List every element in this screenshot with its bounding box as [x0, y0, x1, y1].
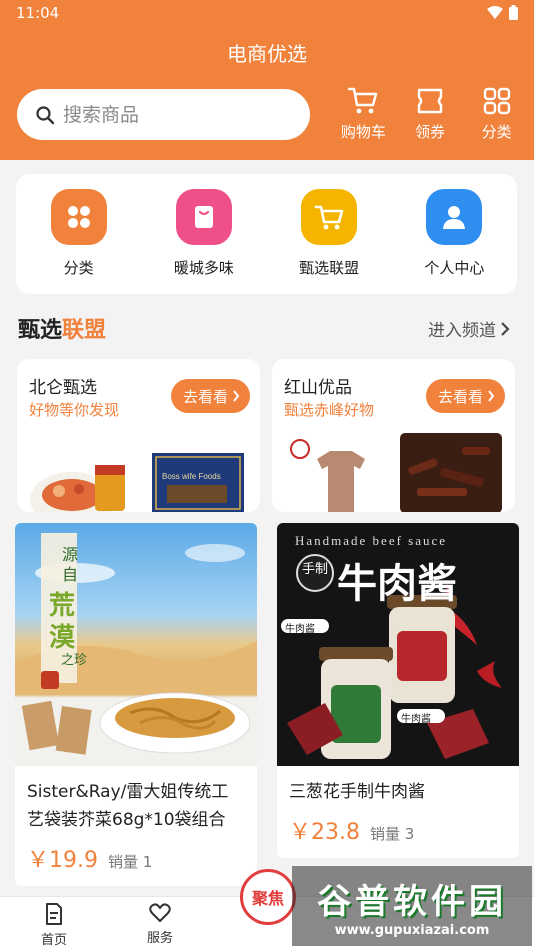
coupon-button[interactable]: 领券: [400, 86, 460, 150]
shortcut-label: 暖城多味: [173, 259, 234, 277]
search-input[interactable]: [63, 103, 283, 126]
channel-product-image: Boss wife Foods: [30, 453, 244, 512]
header: 11:04 电商优选 购物车 领券: [0, 0, 534, 160]
price-row: ￥23.8 销量 3: [277, 806, 519, 858]
section-title: 甄选联盟: [18, 312, 106, 344]
coupon-icon: [417, 88, 443, 114]
image-text: 牛肉酱: [337, 561, 457, 607]
shortcut-profile[interactable]: 个人中心: [399, 189, 509, 294]
channel-go-button[interactable]: 去看看: [425, 379, 505, 413]
channel-go-label: 去看看: [182, 387, 228, 406]
channel-subtitle: 好物等你发现: [29, 401, 120, 419]
chevron-right-icon: [488, 390, 495, 402]
category-icon: [50, 189, 107, 245]
sales-count: 销量 1: [108, 851, 152, 872]
product-name: 三葱花手制牛肉酱: [289, 782, 425, 802]
channel-name: 红山优品: [284, 378, 352, 398]
product-price: ￥19.9: [27, 848, 98, 873]
shortcut-alliance[interactable]: 甄选联盟: [274, 189, 384, 294]
enter-channel-label: 进入频道: [428, 321, 496, 341]
section-header: 甄选联盟 进入频道: [18, 310, 518, 346]
grid-icon: [483, 87, 510, 115]
product-name: Sister&Ray/雷大姐传统工艺袋装芥菜68g*10袋组合: [27, 782, 229, 830]
image-text: Handmade beef sauce: [295, 533, 448, 548]
channel-name: 北仑甄选: [29, 378, 97, 398]
sales-value: 1: [142, 853, 153, 871]
category-button[interactable]: 分类: [467, 86, 527, 150]
price-row: ￥19.9 销量 1: [15, 834, 257, 886]
tab-service[interactable]: 服务: [120, 903, 200, 946]
cart-label: 购物车: [340, 123, 386, 141]
product-card[interactable]: Handmade beef sauce 牛肉酱 手制 牛肉酱 牛肉酱 三葱花手制…: [277, 523, 519, 858]
channel-card-beilun[interactable]: 北仑甄选 好物等你发现 去看看 Boss wife Foods: [17, 359, 260, 512]
product-image: Handmade beef sauce 牛肉酱 手制 牛肉酱 牛肉酱: [277, 523, 519, 766]
image-text: 之珍: [61, 653, 88, 668]
tab-label: 首页: [40, 933, 67, 948]
section-title-part2: 联盟: [62, 318, 107, 343]
shortcut-nuancheng[interactable]: 暖城多味: [149, 189, 259, 294]
shortcut-label: 甄选联盟: [299, 259, 360, 277]
home-doc-icon: [46, 903, 62, 925]
cart-button[interactable]: 购物车: [333, 86, 393, 150]
coupon-label: 领券: [414, 123, 445, 141]
status-bar: 11:04: [0, 0, 534, 28]
search-bar[interactable]: [17, 89, 310, 140]
search-icon: [36, 105, 55, 124]
channel-subtitle: 甄选赤峰好物: [284, 401, 375, 419]
cart-icon: [301, 189, 358, 245]
product-image: 源 自 荒 漠 之珍: [15, 523, 257, 766]
image-text: 自: [62, 565, 79, 584]
tab-focus-label: 聚焦: [251, 889, 284, 908]
shortcut-category[interactable]: 分类: [24, 189, 134, 294]
category-label: 分类: [481, 123, 512, 141]
image-text: 牛肉酱: [401, 714, 431, 725]
wifi-icon: [487, 5, 503, 19]
sales-label: 销量: [370, 825, 401, 843]
product-price: ￥23.8: [289, 820, 360, 845]
bag-icon: [175, 189, 232, 245]
image-text: 手制: [301, 562, 328, 577]
header-actions: 购物车 领券 分类: [330, 86, 530, 150]
chevron-right-icon: [233, 390, 240, 402]
sales-value: 3: [404, 825, 415, 843]
channel-card-hongshan[interactable]: 红山优品 甄选赤峰好物 去看看: [272, 359, 515, 512]
shortcut-label: 分类: [63, 259, 94, 277]
shortcut-label: 个人中心: [424, 259, 485, 277]
tab-focus-button[interactable]: 聚焦: [240, 869, 296, 925]
box-label: Boss wife Foods: [162, 472, 221, 481]
battery-icon: [509, 5, 518, 20]
tab-label: 服务: [146, 931, 173, 946]
chevron-right-icon: [501, 321, 510, 336]
channel-go-label: 去看看: [437, 387, 483, 406]
product-card[interactable]: 源 自 荒 漠 之珍 Sister&Ray/雷大姐传统工艺袋装芥菜68g*10袋…: [15, 523, 257, 886]
channel-go-button[interactable]: 去看看: [170, 379, 250, 413]
status-icons: [487, 5, 518, 20]
status-time: 11:04: [16, 4, 60, 22]
watermark-title: 谷普软件园: [317, 882, 507, 922]
enter-channel-link[interactable]: 进入频道: [428, 316, 510, 341]
shortcut-panel: 分类 暖城多味 甄选联盟 个人中心: [16, 174, 517, 294]
page-title: 电商优选: [227, 42, 307, 66]
section-title-part1: 甄选: [18, 318, 63, 343]
cart-icon: [348, 87, 378, 114]
image-text: 牛肉酱: [285, 624, 315, 635]
heart-icon: [149, 903, 171, 922]
sales-count: 销量 3: [370, 823, 414, 844]
watermark-url: www.gupuxiazai.com: [334, 923, 490, 938]
channel-product-image: [290, 433, 502, 512]
sales-label: 销量: [108, 853, 139, 871]
watermark: 谷普软件园 www.gupuxiazai.com: [292, 866, 532, 946]
user-icon: [426, 189, 483, 245]
tab-home[interactable]: 首页: [14, 903, 94, 948]
